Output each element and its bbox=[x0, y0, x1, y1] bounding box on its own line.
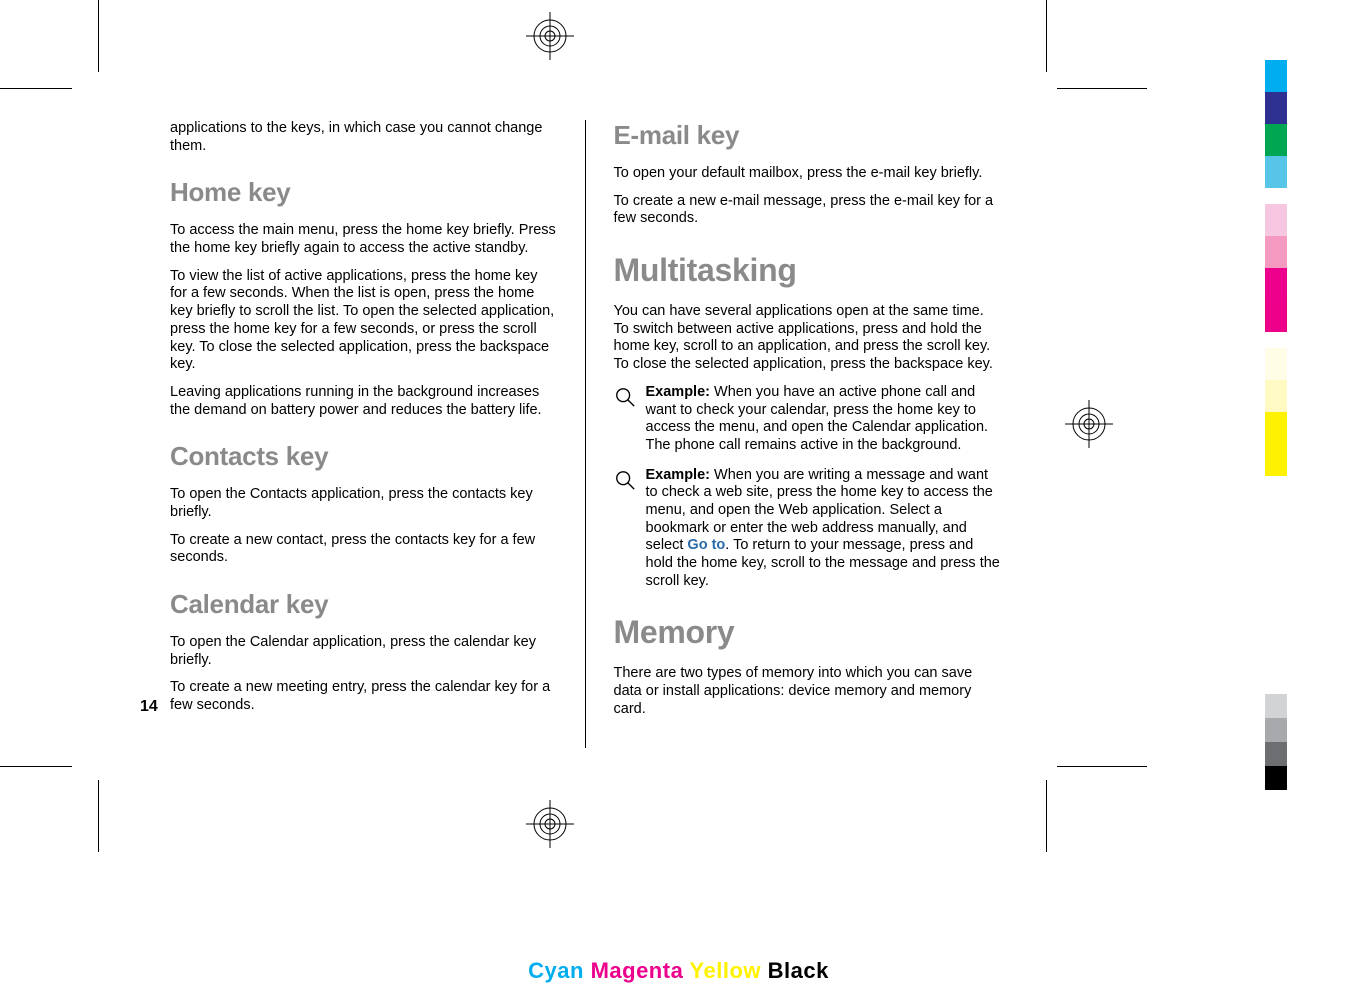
example-text: Example: When you have an active phone c… bbox=[646, 384, 1001, 455]
body-text: To create a new contact, press the conta… bbox=[170, 532, 557, 567]
heading-memory: Memory bbox=[614, 614, 1001, 651]
crop-mark bbox=[1057, 88, 1147, 89]
body-text: To open the Contacts application, press … bbox=[170, 486, 557, 521]
example-text: Example: When you are writing a message … bbox=[646, 467, 1001, 591]
body-text: To create a new e-mail message, press th… bbox=[614, 193, 1001, 228]
example-label: Example: bbox=[646, 467, 710, 483]
body-text: To open the Calendar application, press … bbox=[170, 634, 557, 669]
content-area: applications to the keys, in which case … bbox=[170, 120, 1000, 748]
crop-mark bbox=[1046, 780, 1047, 852]
registration-mark-icon bbox=[526, 800, 574, 848]
body-text: To open your default mailbox, press the … bbox=[614, 165, 1001, 183]
cyan-label: Cyan bbox=[528, 958, 584, 983]
body-text: To access the main menu, press the home … bbox=[170, 222, 557, 257]
registration-mark-icon bbox=[526, 12, 574, 60]
crop-mark bbox=[1057, 766, 1147, 767]
body-text: Leaving applications running in the back… bbox=[170, 384, 557, 419]
registration-mark-icon bbox=[1065, 400, 1113, 448]
heading-contacts-key: Contacts key bbox=[170, 441, 557, 472]
body-text: You can have several applications open a… bbox=[614, 303, 1001, 374]
crop-mark bbox=[98, 0, 99, 72]
heading-home-key: Home key bbox=[170, 177, 557, 208]
yellow-label: Yellow bbox=[690, 958, 761, 983]
color-bars-bottom bbox=[1265, 694, 1287, 790]
cmyk-footer: Cyan Magenta Yellow Black bbox=[528, 958, 829, 984]
heading-email-key: E-mail key bbox=[614, 120, 1001, 151]
intro-paragraph: applications to the keys, in which case … bbox=[170, 120, 557, 155]
crop-mark bbox=[1046, 0, 1047, 72]
goto-link: Go to bbox=[687, 537, 725, 553]
color-bars-top bbox=[1265, 60, 1287, 476]
magnifier-icon bbox=[614, 467, 636, 591]
heading-multitasking: Multitasking bbox=[614, 252, 1001, 289]
example-block: Example: When you are writing a message … bbox=[614, 467, 1001, 591]
left-column: applications to the keys, in which case … bbox=[170, 120, 565, 748]
page-number: 14 bbox=[140, 698, 158, 716]
crop-mark bbox=[98, 780, 99, 852]
body-text: To create a new meeting entry, press the… bbox=[170, 679, 557, 714]
magnifier-icon bbox=[614, 384, 636, 455]
example-block: Example: When you have an active phone c… bbox=[614, 384, 1001, 455]
page-container: applications to the keys, in which case … bbox=[0, 0, 1357, 1002]
heading-calendar-key: Calendar key bbox=[170, 589, 557, 620]
right-column: E-mail key To open your default mailbox,… bbox=[606, 120, 1001, 748]
crop-mark bbox=[0, 766, 72, 767]
example-label: Example: bbox=[646, 384, 710, 400]
body-text: There are two types of memory into which… bbox=[614, 665, 1001, 718]
black-label: Black bbox=[768, 958, 829, 983]
magenta-label: Magenta bbox=[591, 958, 684, 983]
column-divider bbox=[585, 120, 586, 748]
crop-mark bbox=[0, 88, 72, 89]
body-text: To view the list of active applications,… bbox=[170, 268, 557, 374]
